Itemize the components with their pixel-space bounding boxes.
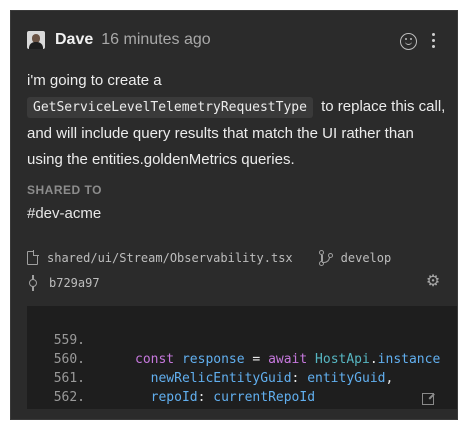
code-text: newRelicEntityGuid: entityGuid, xyxy=(150,371,394,386)
branch-name: develop xyxy=(340,251,392,265)
message-body: i'm going to create a GetServiceLevelTel… xyxy=(27,68,447,173)
author-name[interactable]: Dave xyxy=(55,31,93,49)
codemark-card: Dave 16 minutes ago i'm going to create … xyxy=(10,10,458,420)
commit-hash[interactable]: b729a97 xyxy=(49,276,100,290)
inline-code: GetServiceLevelTelemetryRequestType xyxy=(27,97,313,118)
timestamp: 16 minutes ago xyxy=(101,31,211,48)
code-block: 559. const response = await HostApi.inst… xyxy=(27,306,457,409)
channel-name[interactable]: #dev-acme xyxy=(27,205,101,222)
line-number: 562. xyxy=(53,390,85,405)
code-line: 559. const response = await HostApi.inst… xyxy=(27,312,441,367)
code-line: 561. repoId: currentRepoId xyxy=(27,350,315,405)
code-text: repoId: currentRepoId xyxy=(150,390,316,405)
kebab-menu-icon[interactable] xyxy=(432,33,436,49)
code-text: }); xyxy=(135,407,158,409)
gear-icon[interactable]: ⚙ xyxy=(425,274,441,290)
avatar[interactable] xyxy=(27,31,45,49)
code-line: 562. }); xyxy=(27,369,85,405)
post-header: Dave 16 minutes ago xyxy=(27,30,211,50)
commit-reference: b729a97 xyxy=(27,274,100,292)
open-external-icon[interactable] xyxy=(422,393,434,405)
code-text: const response = await HostApi.instance xyxy=(135,352,441,367)
code-line: 560. newRelicEntityGuid: entityGuid, xyxy=(27,331,394,386)
message-text-start: i'm going to create a xyxy=(27,72,162,89)
file-reference: shared/ui/Stream/Observability.tsx devel… xyxy=(27,249,391,267)
branch-icon xyxy=(318,250,333,266)
shared-to-label: SHARED TO xyxy=(27,183,102,197)
file-icon xyxy=(27,250,39,265)
emoji-reaction-icon[interactable] xyxy=(400,33,417,50)
file-path[interactable]: shared/ui/Stream/Observability.tsx xyxy=(47,251,293,265)
commit-icon xyxy=(27,275,39,291)
